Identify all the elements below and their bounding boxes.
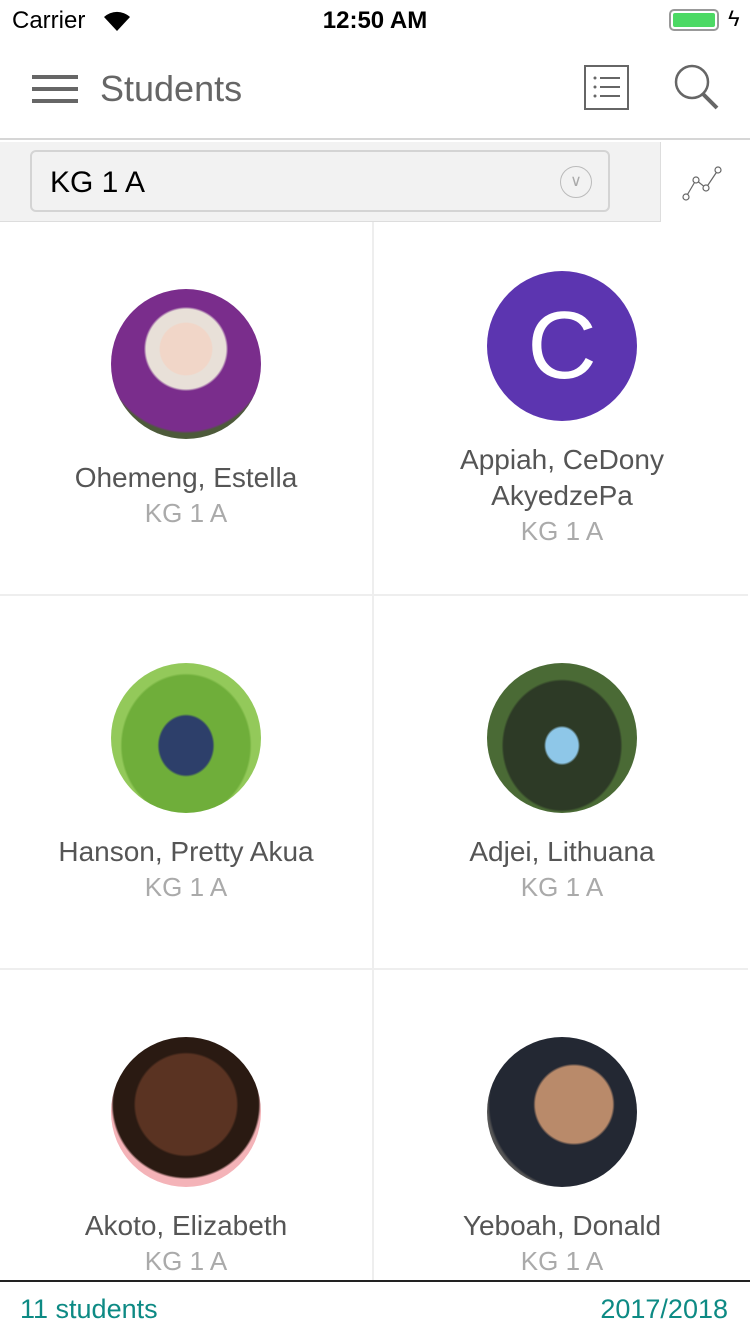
chevron-down-icon: ∨: [560, 166, 592, 198]
student-grid: Ohemeng, Estella KG 1 A C Appiah, CeDony …: [0, 222, 750, 1280]
battery-icon: [669, 9, 719, 31]
search-icon[interactable]: [672, 62, 722, 112]
page-title: Students: [100, 68, 243, 109]
student-photo: [111, 663, 261, 813]
student-name: Yeboah, Donald: [462, 1210, 662, 1241]
school-year[interactable]: 2017/2018: [600, 1294, 728, 1325]
student-initial-avatar: C: [487, 271, 637, 421]
menu-icon[interactable]: [32, 75, 78, 103]
student-card[interactable]: Adjei, Lithuana KG 1 A: [374, 596, 748, 970]
student-name: Appiah, CeDony AkyedzePa: [460, 444, 664, 511]
student-photo: [487, 663, 637, 813]
class-select-value: KG 1 A: [50, 166, 146, 199]
student-name: Adjei, Lithuana: [469, 836, 655, 867]
clock: 12:50 AM: [322, 7, 428, 34]
line-chart-icon: [682, 166, 722, 201]
student-name: Akoto, Elizabeth: [84, 1210, 288, 1241]
student-name: Ohemeng, Estella: [74, 462, 298, 493]
student-class: KG 1 A: [520, 1246, 604, 1276]
student-class: KG 1 A: [520, 872, 604, 902]
list-view-button[interactable]: [584, 65, 629, 110]
student-class: KG 1 A: [144, 498, 228, 528]
list-icon: [593, 76, 620, 98]
status-bar: Carrier 12:50 AM ϟ: [0, 0, 750, 40]
student-class: KG 1 A: [144, 1246, 228, 1276]
student-card[interactable]: Yeboah, Donald KG 1 A: [374, 970, 748, 1280]
chart-button[interactable]: [660, 142, 750, 222]
class-filter-bar: KG 1 A ∨: [0, 142, 750, 222]
student-photo: [111, 289, 261, 439]
class-select[interactable]: KG 1 A ∨: [30, 150, 610, 212]
student-card[interactable]: Akoto, Elizabeth KG 1 A: [0, 970, 374, 1280]
student-card[interactable]: Ohemeng, Estella KG 1 A: [0, 222, 374, 596]
student-photo: [487, 1037, 637, 1187]
student-class: KG 1 A: [144, 872, 228, 902]
student-card[interactable]: Hanson, Pretty Akua KG 1 A: [0, 596, 374, 970]
charging-icon: ϟ: [728, 6, 740, 31]
student-photo: [111, 1037, 261, 1187]
student-name: Hanson, Pretty Akua: [58, 836, 314, 867]
footer-bar: 11 students 2017/2018: [0, 1280, 750, 1334]
student-card[interactable]: C Appiah, CeDony AkyedzePa KG 1 A: [374, 222, 748, 596]
student-class: KG 1 A: [520, 516, 604, 546]
navigation-bar: Students: [0, 40, 750, 140]
student-count: 11 students: [20, 1294, 158, 1324]
